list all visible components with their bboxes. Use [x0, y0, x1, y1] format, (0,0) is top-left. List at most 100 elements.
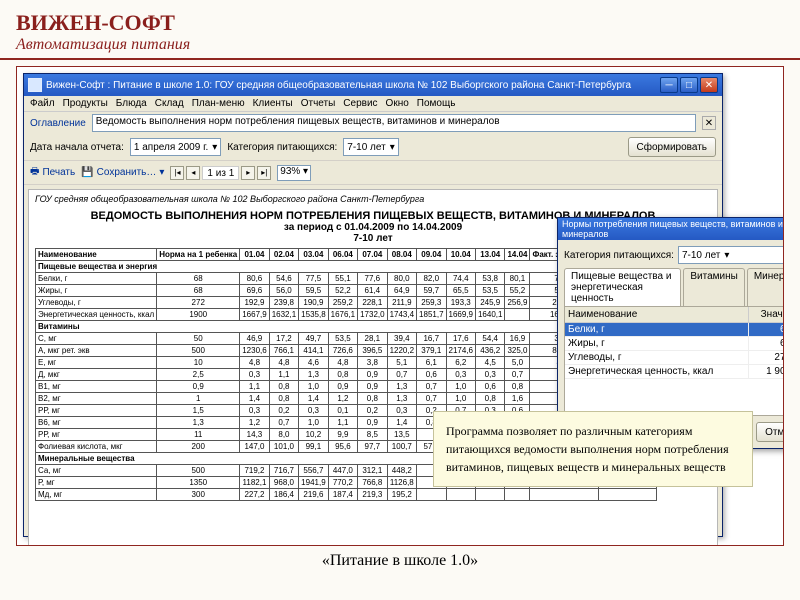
table-cell: [417, 489, 446, 501]
table-cell: 55,1: [328, 273, 357, 285]
table-cell: 500: [157, 465, 240, 477]
table-cell: 379,1: [417, 345, 446, 357]
table-cell: 1535,8: [299, 309, 328, 321]
table-cell: 4,6: [299, 357, 328, 369]
prev-page-button[interactable]: ◂: [186, 166, 200, 180]
column-header: 07.04: [358, 249, 387, 261]
modal-tab[interactable]: Пищевые вещества и энергетическая ценнос…: [564, 268, 681, 306]
table-cell: 16,7: [417, 333, 446, 345]
table-cell: [446, 489, 475, 501]
grid-header-value: Значение: [749, 307, 784, 322]
table-cell: 556,7: [299, 465, 328, 477]
menu-item[interactable]: Продукты: [63, 98, 108, 109]
table-cell: 95,6: [328, 441, 357, 453]
next-page-button[interactable]: ▸: [241, 166, 255, 180]
table-cell: 77,5: [299, 273, 328, 285]
page-indicator: 1 из 1: [202, 166, 239, 180]
date-start-field[interactable]: 1 апреля 2009 г. ▾: [130, 138, 221, 156]
table-cell: 82,0: [417, 273, 446, 285]
close-tab-icon[interactable]: ✕: [702, 116, 716, 130]
menu-item[interactable]: Склад: [155, 98, 184, 109]
table-cell: 414,1: [299, 345, 328, 357]
table-cell: 1,3: [299, 369, 328, 381]
table-cell: 187,4: [328, 489, 357, 501]
menu-item[interactable]: План-меню: [192, 98, 245, 109]
table-cell: 55,2: [505, 285, 530, 297]
menu-item[interactable]: Окно: [386, 98, 409, 109]
table-cell: 190,9: [299, 297, 328, 309]
minimize-button[interactable]: ─: [660, 77, 678, 93]
category-field[interactable]: 7-10 лет ▾: [343, 138, 398, 156]
table-cell: 1,4: [240, 393, 269, 405]
active-tab[interactable]: Ведомость выполнения норм потребления пи…: [92, 114, 696, 132]
dropdown-icon: ▾: [159, 167, 164, 178]
column-header: 09.04: [417, 249, 446, 261]
menu-item[interactable]: Файл: [30, 98, 55, 109]
table-cell: 766,8: [358, 477, 387, 489]
grid-row[interactable]: Углеводы, г272,00: [565, 351, 784, 365]
table-cell: 1,1: [240, 381, 269, 393]
table-cell: 719,2: [240, 465, 269, 477]
menu-item[interactable]: Отчеты: [301, 98, 336, 109]
menu-item[interactable]: Сервис: [343, 98, 377, 109]
modal-tab[interactable]: Витамины: [683, 268, 744, 306]
table-cell: 1,0: [299, 417, 328, 429]
table-cell: 968,0: [269, 477, 298, 489]
column-header: 03.04: [299, 249, 328, 261]
modal-cancel-button[interactable]: Отмена: [756, 422, 784, 442]
table-cell: 6,1: [417, 357, 446, 369]
menu-item[interactable]: Блюда: [116, 98, 147, 109]
table-cell: 200: [157, 441, 240, 453]
table-cell: 1,3: [387, 393, 416, 405]
table-cell: Жиры, г: [36, 285, 157, 297]
table-cell: 0,6: [475, 381, 504, 393]
grid-row[interactable]: Жиры, г68,00: [565, 337, 784, 351]
table-cell: 0,3: [240, 369, 269, 381]
table-cell: 8,5: [358, 429, 387, 441]
table-cell: 1676,1: [328, 309, 357, 321]
table-cell: 770,2: [328, 477, 357, 489]
table-cell: 59,5: [299, 285, 328, 297]
menu-item[interactable]: Помощь: [417, 98, 456, 109]
table-cell: 1350: [157, 477, 240, 489]
table-cell: 1900: [157, 309, 240, 321]
table-cell: 396,5: [358, 345, 387, 357]
maximize-button[interactable]: □: [680, 77, 698, 93]
table-cell: 13,5: [387, 429, 416, 441]
close-button[interactable]: ✕: [700, 77, 718, 93]
table-cell: 4,8: [240, 357, 269, 369]
table-cell: 1941,9: [299, 477, 328, 489]
table-cell: 61,4: [358, 285, 387, 297]
table-cell: 5,1: [387, 357, 416, 369]
table-cell: 1667,9: [240, 309, 269, 321]
table-cell: 0,9: [157, 381, 240, 393]
zoom-select[interactable]: 93% ▾: [277, 165, 311, 181]
grid-row[interactable]: Белки, г68,00: [565, 323, 784, 337]
table-cell: 211,9: [387, 297, 416, 309]
last-page-button[interactable]: ▸|: [257, 166, 271, 180]
menu-item[interactable]: Клиенты: [253, 98, 293, 109]
modal-title: Нормы потребления пищевых веществ, витам…: [562, 219, 784, 239]
modal-category-field[interactable]: 7-10 лет ▾: [678, 246, 784, 264]
table-cell: 14,3: [240, 429, 269, 441]
table-cell: 64,9: [387, 285, 416, 297]
table-cell: 1,3: [387, 381, 416, 393]
table-cell: 54,6: [269, 273, 298, 285]
table-cell: 1669,9: [446, 309, 475, 321]
table-cell: 0,8: [475, 393, 504, 405]
modal-tab[interactable]: Минералы: [747, 268, 784, 306]
table-cell: [475, 489, 504, 501]
table-cell: 716,7: [269, 465, 298, 477]
column-header: 14.04: [505, 249, 530, 261]
table-cell: 0,8: [269, 393, 298, 405]
grid-row[interactable]: Энергетическая ценность, ккал1 900,00: [565, 365, 784, 379]
column-header: 02.04: [269, 249, 298, 261]
save-button[interactable]: 💾Сохранить…▾: [81, 167, 164, 178]
first-page-button[interactable]: |◂: [170, 166, 184, 180]
toc-label[interactable]: Оглавление: [30, 118, 86, 129]
generate-button[interactable]: Сформировать: [628, 137, 717, 157]
print-button[interactable]: 🖶Печать: [30, 164, 75, 181]
table-cell: 54,4: [475, 333, 504, 345]
table-cell: 1220,2: [387, 345, 416, 357]
table-cell: 0,3: [299, 405, 328, 417]
